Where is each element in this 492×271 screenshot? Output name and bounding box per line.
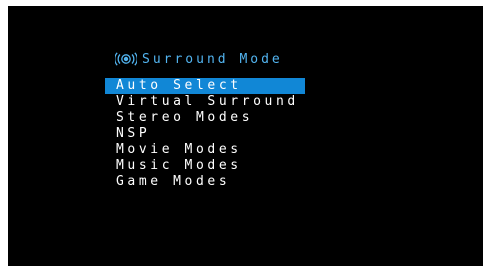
surround-sound-icon bbox=[114, 52, 138, 66]
menu-item-game-modes[interactable]: Game Modes bbox=[105, 174, 305, 190]
menu-item-auto-select[interactable]: Auto Select bbox=[105, 78, 305, 94]
surround-mode-menu: Auto Select Virtual Surround Stereo Mode… bbox=[105, 78, 305, 190]
menu-title: Surround Mode bbox=[142, 51, 283, 67]
menu-item-virtual-surround[interactable]: Virtual Surround bbox=[105, 94, 305, 110]
menu-header: Surround Mode bbox=[114, 51, 283, 67]
menu-item-nsp[interactable]: NSP bbox=[105, 126, 305, 142]
menu-item-music-modes[interactable]: Music Modes bbox=[105, 158, 305, 174]
menu-item-movie-modes[interactable]: Movie Modes bbox=[105, 142, 305, 158]
osd-screen: Surround Mode Auto Select Virtual Surrou… bbox=[8, 6, 483, 266]
menu-item-stereo-modes[interactable]: Stereo Modes bbox=[105, 110, 305, 126]
